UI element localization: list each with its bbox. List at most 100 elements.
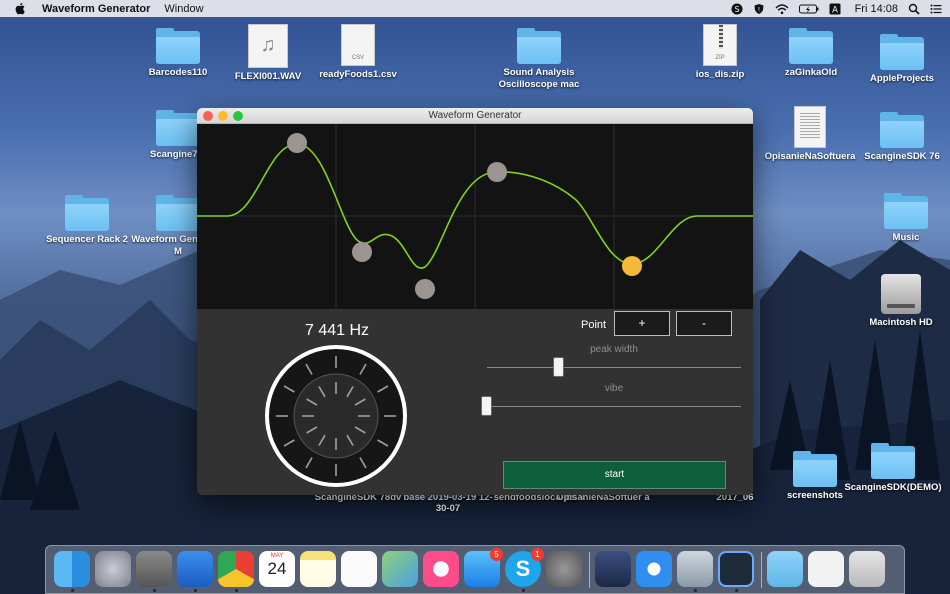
point-label: Point: [581, 319, 607, 331]
desktop-label-base[interactable]: base 2019-03-19 12-30-07: [398, 492, 498, 514]
frequency-readout: 7 441 Hz: [304, 322, 370, 339]
desktop-drive-macintosh-hd[interactable]: Macintosh HD: [851, 274, 950, 329]
folder-icon: [884, 193, 928, 229]
folder-icon: [156, 195, 200, 231]
running-indicator: [694, 589, 697, 592]
status-area: S ! A Fri 14:08: [731, 0, 942, 17]
desktop-folder-music[interactable]: Music: [856, 193, 950, 244]
desktop-file-flexi001[interactable]: ♫ FLEXI001.WAV: [218, 24, 318, 83]
add-point-button[interactable]: +: [614, 311, 670, 336]
notification-badge: 5: [490, 548, 503, 561]
menu-window[interactable]: Window: [164, 3, 203, 15]
folder-icon: [880, 112, 924, 148]
running-indicator: [522, 589, 525, 592]
peak-width-slider-thumb[interactable]: [553, 357, 565, 377]
instruments-icon[interactable]: [595, 551, 631, 587]
frequency-knob[interactable]: [263, 343, 409, 489]
safari-icon[interactable]: [636, 551, 672, 587]
running-indicator: [235, 589, 238, 592]
peak-width-label: peak width: [590, 344, 638, 355]
control-point-selected[interactable]: [622, 256, 642, 276]
folder-icon: [156, 28, 200, 64]
wifi-icon[interactable]: [775, 3, 789, 15]
dock: MAY 24 5 S 1: [45, 545, 905, 594]
window-title: Waveform Generator: [428, 110, 522, 121]
hard-drive-icon: [881, 274, 921, 314]
svg-text:S: S: [734, 5, 739, 14]
maps-icon[interactable]: [382, 551, 418, 587]
desktop-folder-appleprojects[interactable]: AppleProjects: [852, 34, 950, 85]
desktop-file-readyfoods1[interactable]: CSV readyFoods1.csv: [308, 24, 408, 81]
menu-app-name[interactable]: Waveform Generator: [42, 3, 150, 15]
window-close-button[interactable]: [203, 111, 213, 121]
calendar-day: 24: [267, 559, 287, 578]
desktop-file-ios-dis-zip[interactable]: ZIP ios_dis.zip: [670, 24, 770, 81]
folder-icon: [880, 34, 924, 70]
settings-icon[interactable]: [546, 551, 582, 587]
calendar-icon[interactable]: MAY 24: [259, 551, 295, 587]
vibe-track[interactable]: [487, 406, 741, 407]
running-indicator: [194, 589, 197, 592]
waveform-canvas[interactable]: [197, 124, 753, 309]
running-indicator: [153, 589, 156, 592]
waveform-icon[interactable]: [718, 551, 754, 587]
control-point-1[interactable]: [287, 133, 307, 153]
xcode-icon[interactable]: [177, 551, 213, 587]
control-point-4[interactable]: [487, 162, 507, 182]
battery-icon[interactable]: [798, 3, 819, 15]
running-indicator: [735, 589, 738, 592]
apple-menu-icon[interactable]: [14, 2, 26, 15]
folder-icon: [789, 28, 833, 64]
controls-panel: 7 441 Hz Point + - peak width vibe start: [197, 309, 753, 495]
folder-icon: [871, 443, 915, 479]
start-button[interactable]: start: [503, 461, 726, 489]
trash-icon[interactable]: [849, 551, 885, 587]
skype-icon[interactable]: S1: [505, 548, 544, 587]
desktop-file-opisanie[interactable]: OpisanieNaSoftuera: [760, 106, 860, 163]
dock-separator: [589, 552, 590, 588]
window-titlebar[interactable]: Waveform Generator: [197, 108, 753, 124]
documents-stack-icon[interactable]: [808, 551, 844, 587]
launchpad-icon[interactable]: [95, 551, 131, 587]
dock-separator: [761, 552, 762, 588]
finder-icon[interactable]: [54, 551, 90, 587]
svg-text:!: !: [757, 6, 759, 13]
itunes-icon[interactable]: [423, 551, 459, 587]
notification-center-icon[interactable]: [930, 3, 942, 15]
skype-status-icon[interactable]: S: [731, 3, 743, 15]
preview-icon[interactable]: [677, 551, 713, 587]
document-file-icon: [794, 106, 826, 148]
shield-icon[interactable]: !: [753, 3, 765, 15]
audio-file-icon: ♫: [248, 24, 288, 68]
calculator-icon[interactable]: [136, 551, 172, 587]
desktop-folder-zaginkaold[interactable]: zaGinkaOld: [761, 28, 861, 79]
downloads-folder-icon[interactable]: [767, 551, 803, 587]
clock[interactable]: Fri 14:08: [855, 3, 898, 15]
control-point-3[interactable]: [415, 279, 435, 299]
folder-icon: [517, 28, 561, 64]
window-zoom-button[interactable]: [233, 111, 243, 121]
reminders-icon[interactable]: [341, 551, 377, 587]
folder-icon: [793, 451, 837, 487]
desktop-folder-scanginesdk-demo[interactable]: ScangineSDK(DEMO): [843, 443, 943, 494]
chrome-icon[interactable]: [218, 551, 254, 587]
notes-icon[interactable]: [300, 551, 336, 587]
desktop-folder-sequencer-rack[interactable]: Sequencer Rack 2: [37, 195, 137, 246]
running-indicator: [71, 589, 74, 592]
vibe-slider-thumb[interactable]: [481, 396, 492, 416]
menu-bar: Waveform Generator Window S ! A Fri 14:0…: [0, 0, 950, 17]
csv-file-icon: CSV: [341, 24, 375, 66]
window-minimize-button[interactable]: [218, 111, 228, 121]
input-source-icon[interactable]: A: [829, 3, 841, 15]
control-point-2[interactable]: [352, 242, 372, 262]
notification-badge: 1: [531, 548, 544, 561]
desktop-folder-barcodes110[interactable]: Barcodes110: [128, 28, 228, 79]
folder-icon: [65, 195, 109, 231]
folder-icon: [156, 110, 200, 146]
desktop-folder-sound-analysis[interactable]: Sound Analysis Oscilloscope mac: [489, 28, 589, 91]
remove-point-button[interactable]: -: [676, 311, 732, 336]
appstore-icon[interactable]: 5: [464, 548, 503, 587]
spotlight-search-icon[interactable]: [908, 3, 920, 15]
peak-width-track[interactable]: [487, 367, 741, 368]
desktop-folder-scanginesdk-76[interactable]: ScangineSDK 76: [852, 112, 950, 163]
